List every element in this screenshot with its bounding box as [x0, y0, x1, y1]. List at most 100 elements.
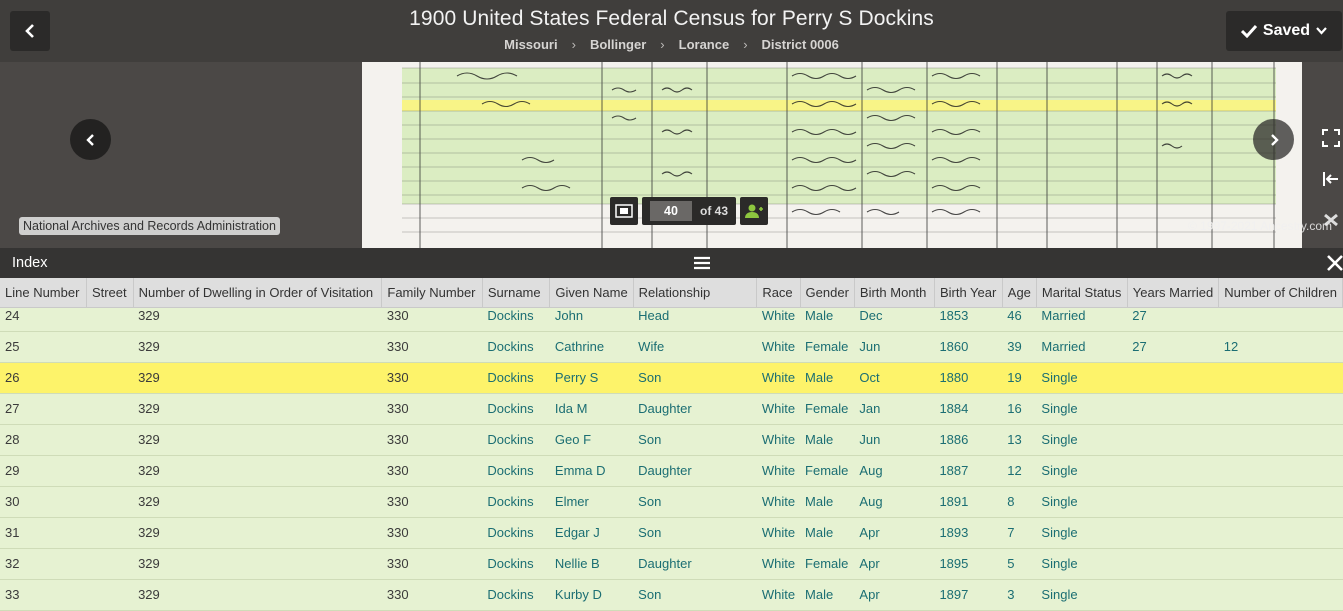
breadcrumb-separator: ›: [571, 37, 576, 52]
cell-given: Cathrine: [549, 331, 634, 363]
cell-relationship: Son: [633, 486, 757, 518]
cell-age: 46: [1002, 307, 1037, 332]
cell-given: Geo F: [549, 424, 634, 456]
cell-age: 5: [1002, 548, 1037, 580]
cell-year: 1886: [934, 424, 1003, 456]
collapse-panel-button[interactable]: [1318, 166, 1343, 191]
cell-surname: Dockins: [482, 393, 550, 425]
cell-relationship: Daughter: [633, 393, 757, 425]
column-header[interactable]: Race: [756, 278, 801, 308]
cell-family: 330: [381, 517, 483, 549]
table-row-selected[interactable]: 26 329 330 Dockins Perry S Son White Male Oct 188…: [0, 362, 1343, 394]
column-header[interactable]: Relationship: [633, 278, 758, 308]
column-header[interactable]: Years Married: [1127, 278, 1220, 308]
index-table-container[interactable]: Line Number Street Number of Dwelling in O…: [0, 278, 1343, 611]
cell-gender: Male: [800, 424, 855, 456]
fullscreen-button[interactable]: [1318, 125, 1343, 150]
cell-relationship: Wife: [633, 331, 757, 363]
cell-age: 12: [1002, 455, 1037, 487]
cell-surname: Dockins: [482, 548, 550, 580]
breadcrumb-township[interactable]: Lorance: [679, 37, 730, 52]
table-row[interactable]: 31 329 330 Dockins Edgar J Son White Male Apr 189…: [0, 517, 1343, 549]
table-row[interactable]: 30 329 330 Dockins Elmer Son White Male Aug 1891 8…: [0, 486, 1343, 518]
table-row[interactable]: 33 329 330 Dockins Kurby D Son White Male Apr 189…: [0, 579, 1343, 611]
table-row[interactable]: 24 329 330 Dockins John Head White Male Dec 1853 4…: [0, 307, 1343, 332]
table-row[interactable]: 28 329 330 Dockins Geo F Son White Male Jun 1886 1…: [0, 424, 1343, 456]
cell-gender: Male: [800, 579, 855, 611]
column-header[interactable]: Surname: [482, 278, 551, 308]
cell-street: [86, 486, 134, 518]
cell-gender: Male: [800, 486, 855, 518]
cell-children: [1218, 424, 1343, 456]
cell-marital: Married: [1036, 331, 1128, 363]
cell-given: Emma D: [549, 455, 634, 487]
person-icon: [745, 204, 764, 218]
cell-age: 39: [1002, 331, 1037, 363]
breadcrumb-state[interactable]: Missouri: [504, 37, 557, 52]
cell-month: Jan: [854, 393, 935, 425]
breadcrumb-district[interactable]: District 0006: [762, 37, 839, 52]
cell-marital: Single: [1036, 455, 1128, 487]
next-image-button[interactable]: [1253, 119, 1294, 160]
cell-relationship: Son: [633, 424, 757, 456]
page-number-input[interactable]: [650, 201, 692, 221]
column-header[interactable]: Line Number: [0, 278, 87, 308]
chevron-right-icon: [1270, 133, 1279, 146]
cell-years-married: [1127, 548, 1219, 580]
fullscreen-icon: [1321, 128, 1340, 147]
cell-month: Dec: [854, 307, 935, 332]
column-header[interactable]: Age: [1002, 278, 1037, 308]
cell-year: 1853: [934, 307, 1003, 332]
cell-age: 3: [1002, 579, 1037, 611]
saved-button[interactable]: Saved: [1226, 11, 1342, 51]
cell-gender: Female: [800, 455, 855, 487]
column-header[interactable]: Gender: [800, 278, 855, 308]
column-header[interactable]: Family Number: [381, 278, 483, 308]
saved-label: Saved: [1262, 22, 1311, 39]
cell-family: 330: [381, 579, 483, 611]
cell-surname: Dockins: [482, 307, 550, 332]
cell-gender: Female: [800, 393, 855, 425]
cell-street: [86, 517, 134, 549]
breadcrumb-separator: ›: [743, 37, 748, 52]
cell-family: 330: [381, 362, 483, 394]
table-row[interactable]: 25 329 330 Dockins Cathrine Wife White Female Ju…: [0, 331, 1343, 363]
close-index-button[interactable]: [1325, 253, 1343, 273]
cell-surname: Dockins: [482, 362, 550, 394]
attach-person-button[interactable]: [740, 197, 769, 225]
page-counter: of 43: [642, 197, 737, 225]
cell-surname: Dockins: [482, 455, 550, 487]
cell-surname: Dockins: [482, 486, 550, 518]
cell-years-married: [1127, 393, 1219, 425]
cell-dwelling: 329: [133, 455, 382, 487]
column-header[interactable]: Given Name: [549, 278, 634, 308]
index-table: Line Number Street Number of Dwelling in O…: [0, 278, 1343, 611]
cell-family: 330: [381, 486, 483, 518]
cell-race: White: [756, 579, 801, 611]
hamburger-icon: [694, 256, 710, 270]
cell-relationship: Son: [633, 362, 757, 394]
cell-years-married: [1127, 362, 1219, 394]
cell-given: John: [549, 307, 634, 332]
column-header[interactable]: Street: [86, 278, 134, 308]
page-total: of 43: [700, 204, 729, 218]
breadcrumb-county[interactable]: Bollinger: [590, 37, 646, 52]
table-row[interactable]: 32 329 330 Dockins Nellie B Daughter White Fema…: [0, 548, 1343, 580]
image-viewer[interactable]: National Archives and Records Administra…: [0, 0, 1343, 248]
table-row[interactable]: 27 329 330 Dockins Ida M Daughter White Female J…: [0, 393, 1343, 425]
breadcrumb: Missouri › Bollinger › Lorance › Distric…: [0, 37, 1343, 52]
column-header[interactable]: Number of Children: [1218, 278, 1343, 308]
cell-family: 330: [381, 548, 483, 580]
column-header[interactable]: Birth Month: [854, 278, 935, 308]
column-header[interactable]: Marital Status: [1036, 278, 1128, 308]
census-image[interactable]: [362, 62, 1302, 248]
previous-image-button[interactable]: [70, 119, 111, 160]
cell-children: [1218, 362, 1343, 394]
cell-years-married: [1127, 455, 1219, 487]
cell-dwelling: 329: [133, 517, 382, 549]
filmstrip-button[interactable]: [610, 197, 638, 225]
panel-resize-handle[interactable]: [692, 255, 712, 271]
column-header[interactable]: Birth Year: [934, 278, 1003, 308]
table-row[interactable]: 29 329 330 Dockins Emma D Daughter White Female…: [0, 455, 1343, 487]
column-header[interactable]: Number of Dwelling in Order of Visitatio…: [133, 278, 383, 308]
